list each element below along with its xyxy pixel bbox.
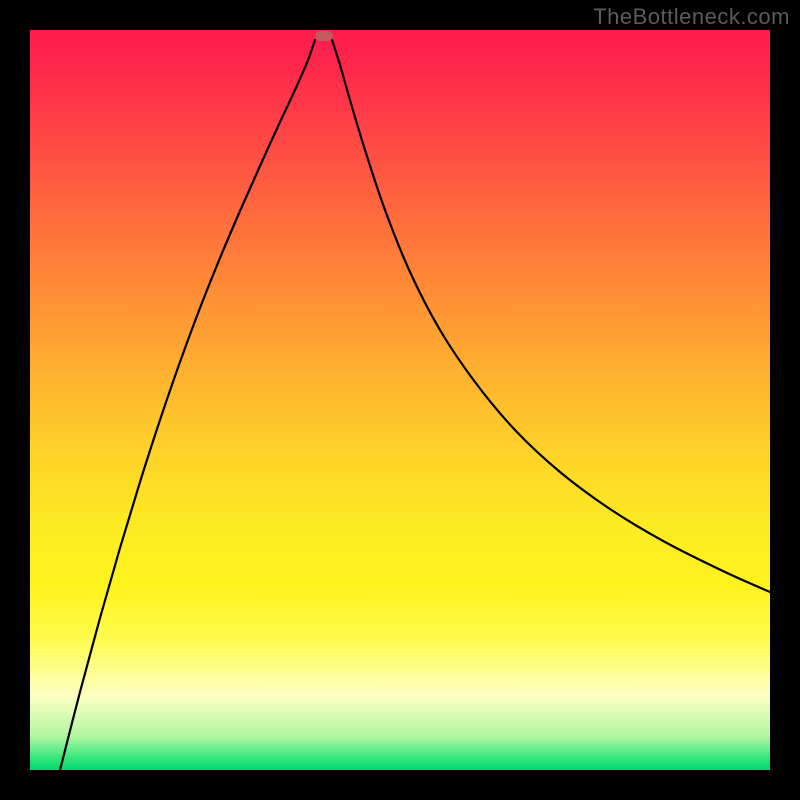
chart-container: TheBottleneck.com <box>0 0 800 800</box>
plot-area <box>30 30 770 770</box>
curve-svg <box>30 30 770 770</box>
curve-right-branch <box>332 40 770 592</box>
watermark-text: TheBottleneck.com <box>593 4 790 30</box>
minimum-marker <box>315 31 333 41</box>
curve-left-branch <box>60 40 315 770</box>
